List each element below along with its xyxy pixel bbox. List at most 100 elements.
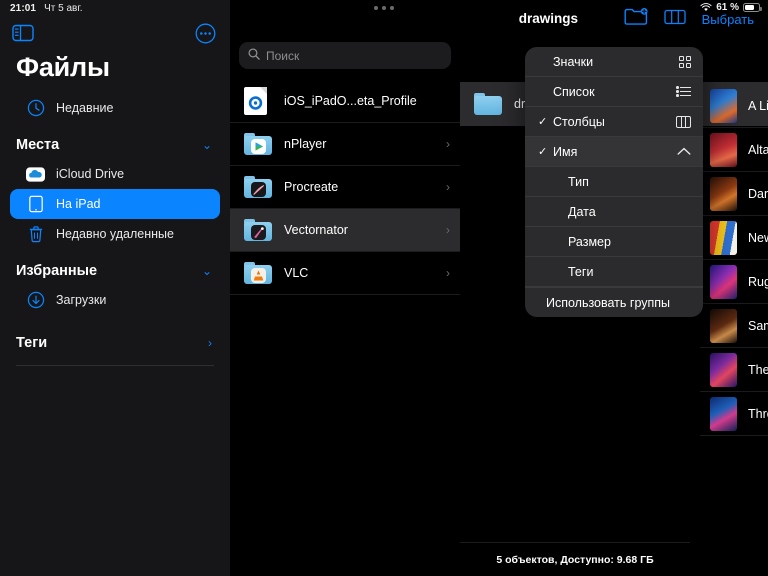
search-input[interactable]: Поиск bbox=[239, 42, 451, 69]
sidebar-item-on-ipad[interactable]: На iPad bbox=[10, 189, 220, 219]
sidebar-item-recent[interactable]: Недавние bbox=[10, 93, 220, 123]
view-options-context-menu: Значки Список ✓ Столбцы ✓ Имя bbox=[525, 47, 703, 317]
disclosure-arrow: › bbox=[446, 137, 450, 151]
menu-item-label: Имя bbox=[553, 145, 677, 159]
sidebar-item-label: Недавние bbox=[56, 101, 113, 115]
column-view-icon bbox=[676, 116, 691, 128]
grid-view-icon bbox=[679, 56, 691, 68]
sidebar-item-recently-deleted[interactable]: Недавно удаленные bbox=[10, 219, 220, 249]
page-title: Файлы bbox=[0, 46, 230, 83]
middle-column: Поиск iOS_iPadO...eta_Profile bbox=[230, 0, 460, 576]
menu-item-label: Теги bbox=[553, 265, 691, 279]
file-name: VLC bbox=[284, 266, 434, 280]
item-name: Alta V bbox=[748, 143, 768, 157]
battery-percent: 61 % bbox=[716, 2, 739, 13]
disclosure-arrow: › bbox=[446, 266, 450, 280]
list-item[interactable]: Dark F bbox=[700, 172, 768, 216]
sidebar-item-icloud-drive[interactable]: iCloud Drive bbox=[10, 159, 220, 189]
sidebar-item-label: iCloud Drive bbox=[56, 167, 124, 181]
menu-item-sort-name[interactable]: ✓ Имя bbox=[525, 137, 703, 167]
config-profile-doc-icon bbox=[244, 87, 272, 115]
list-item[interactable]: New Y bbox=[700, 216, 768, 260]
item-name: Dark F bbox=[748, 187, 768, 201]
menu-item-sort-date[interactable]: Дата bbox=[525, 197, 703, 227]
section-title: Места bbox=[16, 137, 59, 153]
item-count-status: 5 объектов, Доступно: 9.68 ГБ bbox=[496, 554, 653, 566]
section-title: Избранные bbox=[16, 263, 97, 279]
multitasking-handle[interactable] bbox=[374, 6, 394, 10]
trash-icon bbox=[26, 225, 45, 244]
folder-vlc-icon bbox=[244, 259, 272, 287]
menu-item-sort-size[interactable]: Размер bbox=[525, 227, 703, 257]
list-item[interactable]: The C bbox=[700, 348, 768, 392]
menu-item-columns[interactable]: ✓ Столбцы bbox=[525, 107, 703, 137]
file-row[interactable]: iOS_iPadO...eta_Profile bbox=[230, 80, 460, 123]
middle-status-bar: 5 объектов, Доступно: 9.68 ГБ bbox=[460, 542, 690, 576]
clock-date: Чт 5 авг. bbox=[44, 3, 82, 14]
list-item[interactable]: Throu bbox=[700, 392, 768, 436]
item-name: Rugby bbox=[748, 275, 768, 289]
thumbnail-image bbox=[710, 397, 737, 431]
thumbnail-image bbox=[710, 133, 737, 167]
menu-item-label: Дата bbox=[553, 205, 691, 219]
sidebar-item-label: Недавно удаленные bbox=[56, 227, 174, 241]
thumbnail-image bbox=[710, 177, 737, 211]
menu-item-label: Тип bbox=[553, 175, 691, 189]
chevron-right-icon[interactable]: › bbox=[208, 336, 212, 350]
check-mark: ✓ bbox=[538, 115, 553, 128]
menu-item-sort-type[interactable]: Тип bbox=[525, 167, 703, 197]
item-name: Throu bbox=[748, 407, 768, 421]
file-name: Vectornator bbox=[284, 223, 434, 237]
thumbnail-image bbox=[710, 309, 737, 343]
menu-item-list[interactable]: Список bbox=[525, 77, 703, 107]
sidebar-section-tags-header[interactable]: Теги › bbox=[0, 315, 230, 357]
sidebar-toggle-icon[interactable] bbox=[12, 24, 34, 42]
clock-time: 21:01 bbox=[10, 3, 36, 14]
file-row[interactable]: Vectornator › bbox=[230, 209, 460, 252]
folder-icon bbox=[474, 90, 502, 118]
list-item[interactable]: A Lifet bbox=[700, 84, 768, 128]
disclosure-arrow: › bbox=[446, 223, 450, 237]
thumbnail-image bbox=[710, 353, 737, 387]
file-name: iOS_iPadO...eta_Profile bbox=[284, 94, 438, 108]
thumbnail-image bbox=[710, 221, 737, 255]
divider bbox=[16, 365, 214, 366]
menu-item-label: Значки bbox=[553, 55, 679, 69]
menu-item-label: Размер bbox=[553, 235, 691, 249]
icloud-icon bbox=[26, 165, 45, 184]
drawings-list: A Lifet Alta V Dark F New Y Rugby Samu bbox=[700, 84, 768, 436]
section-title: Теги bbox=[16, 335, 47, 351]
status-bar-right: 61 % bbox=[700, 2, 760, 13]
chevron-down-icon[interactable]: ⌄ bbox=[202, 264, 212, 278]
battery-icon bbox=[743, 3, 760, 12]
list-item[interactable]: Samu bbox=[700, 304, 768, 348]
search-placeholder: Поиск bbox=[266, 49, 299, 63]
menu-item-label: Использовать группы bbox=[546, 296, 670, 310]
list-item[interactable]: Alta V bbox=[700, 128, 768, 172]
list-item[interactable]: Rugby bbox=[700, 260, 768, 304]
item-name: New Y bbox=[748, 231, 768, 245]
sidebar-section-places-header[interactable]: Места ⌄ bbox=[0, 123, 230, 159]
menu-item-icons[interactable]: Значки bbox=[525, 47, 703, 77]
disclosure-arrow: › bbox=[446, 180, 450, 194]
file-row[interactable]: Procreate › bbox=[230, 166, 460, 209]
file-row[interactable]: nPlayer › bbox=[230, 123, 460, 166]
menu-item-use-groups[interactable]: Использовать группы bbox=[525, 287, 703, 317]
check-mark: ✓ bbox=[538, 145, 553, 158]
file-row[interactable]: VLC › bbox=[230, 252, 460, 295]
folder-procreate-icon bbox=[244, 173, 272, 201]
sidebar-section-favorites-header[interactable]: Избранные ⌄ bbox=[0, 249, 230, 285]
menu-item-label: Столбцы bbox=[553, 115, 676, 129]
file-name: Procreate bbox=[284, 180, 434, 194]
chevron-down-icon[interactable]: ⌄ bbox=[202, 138, 212, 152]
item-name: Samu bbox=[748, 319, 768, 333]
clock-icon bbox=[26, 99, 45, 118]
more-ellipsis-circle-icon[interactable] bbox=[195, 23, 216, 44]
sidebar: Файлы Недавние Места ⌄ iCloud bbox=[0, 0, 230, 576]
file-name: nPlayer bbox=[284, 137, 434, 151]
thumbnail-image bbox=[710, 265, 737, 299]
folder-nplayer-icon bbox=[244, 130, 272, 158]
sidebar-item-label: На iPad bbox=[56, 197, 100, 211]
sidebar-item-downloads[interactable]: Загрузки bbox=[10, 285, 220, 315]
menu-item-sort-tags[interactable]: Теги bbox=[525, 257, 703, 287]
